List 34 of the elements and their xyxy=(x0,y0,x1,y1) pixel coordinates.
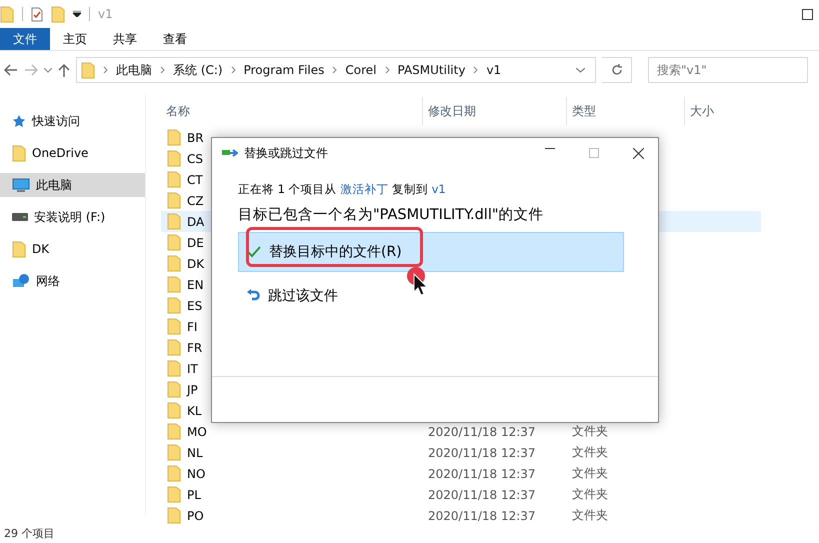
date-cell-text: 2020/11/18 12:37 xyxy=(428,488,537,502)
date-cell-text: 2020/11/18 12:37 xyxy=(428,446,537,460)
file-name: NL xyxy=(187,446,203,460)
date-cell-text: 2020/11/18 12:37 xyxy=(428,466,537,480)
date-cell-text: 2020/11/18 12:37 xyxy=(428,424,537,438)
file-name: MO xyxy=(187,424,207,438)
type-cell: 文件夹 xyxy=(572,444,608,461)
file-name: ES xyxy=(187,298,202,312)
type-cell: 文件夹 xyxy=(572,423,608,440)
file-name: NO xyxy=(187,466,206,480)
status-text: 29 个项目 xyxy=(4,527,54,541)
file-name: DA xyxy=(187,214,204,228)
dialog-title: 替换或跳过文件 xyxy=(244,144,328,162)
window-title: v1 xyxy=(98,7,113,21)
file-name: DK xyxy=(187,256,204,270)
file-name: IT xyxy=(187,362,198,376)
file-name: FR xyxy=(187,340,202,354)
dialog-heading: 目标已包含一个名为"PASMUTILITY.dll"的文件 xyxy=(238,206,545,224)
file-name: JP xyxy=(187,382,198,396)
file-name: BR xyxy=(187,130,204,144)
date-cell-text: 2020/11/18 12:37 xyxy=(428,508,537,522)
file-name: KL xyxy=(187,404,202,418)
copy-info: 正在将 1 个项目从 激活补丁 复制到 v1 xyxy=(238,182,447,197)
type-cell: 文件夹 xyxy=(572,507,608,524)
type-cell: 文件夹 xyxy=(572,465,608,482)
file-name: CS xyxy=(187,152,203,166)
file-name: FI xyxy=(187,320,198,334)
file-name: CT xyxy=(187,172,203,186)
file-name: PO xyxy=(187,508,204,522)
file-name: DE xyxy=(187,236,204,250)
file-name: EN xyxy=(187,278,204,292)
file-name: PL xyxy=(187,488,201,502)
type-cell: 文件夹 xyxy=(572,486,608,503)
file-name: CZ xyxy=(187,194,204,208)
